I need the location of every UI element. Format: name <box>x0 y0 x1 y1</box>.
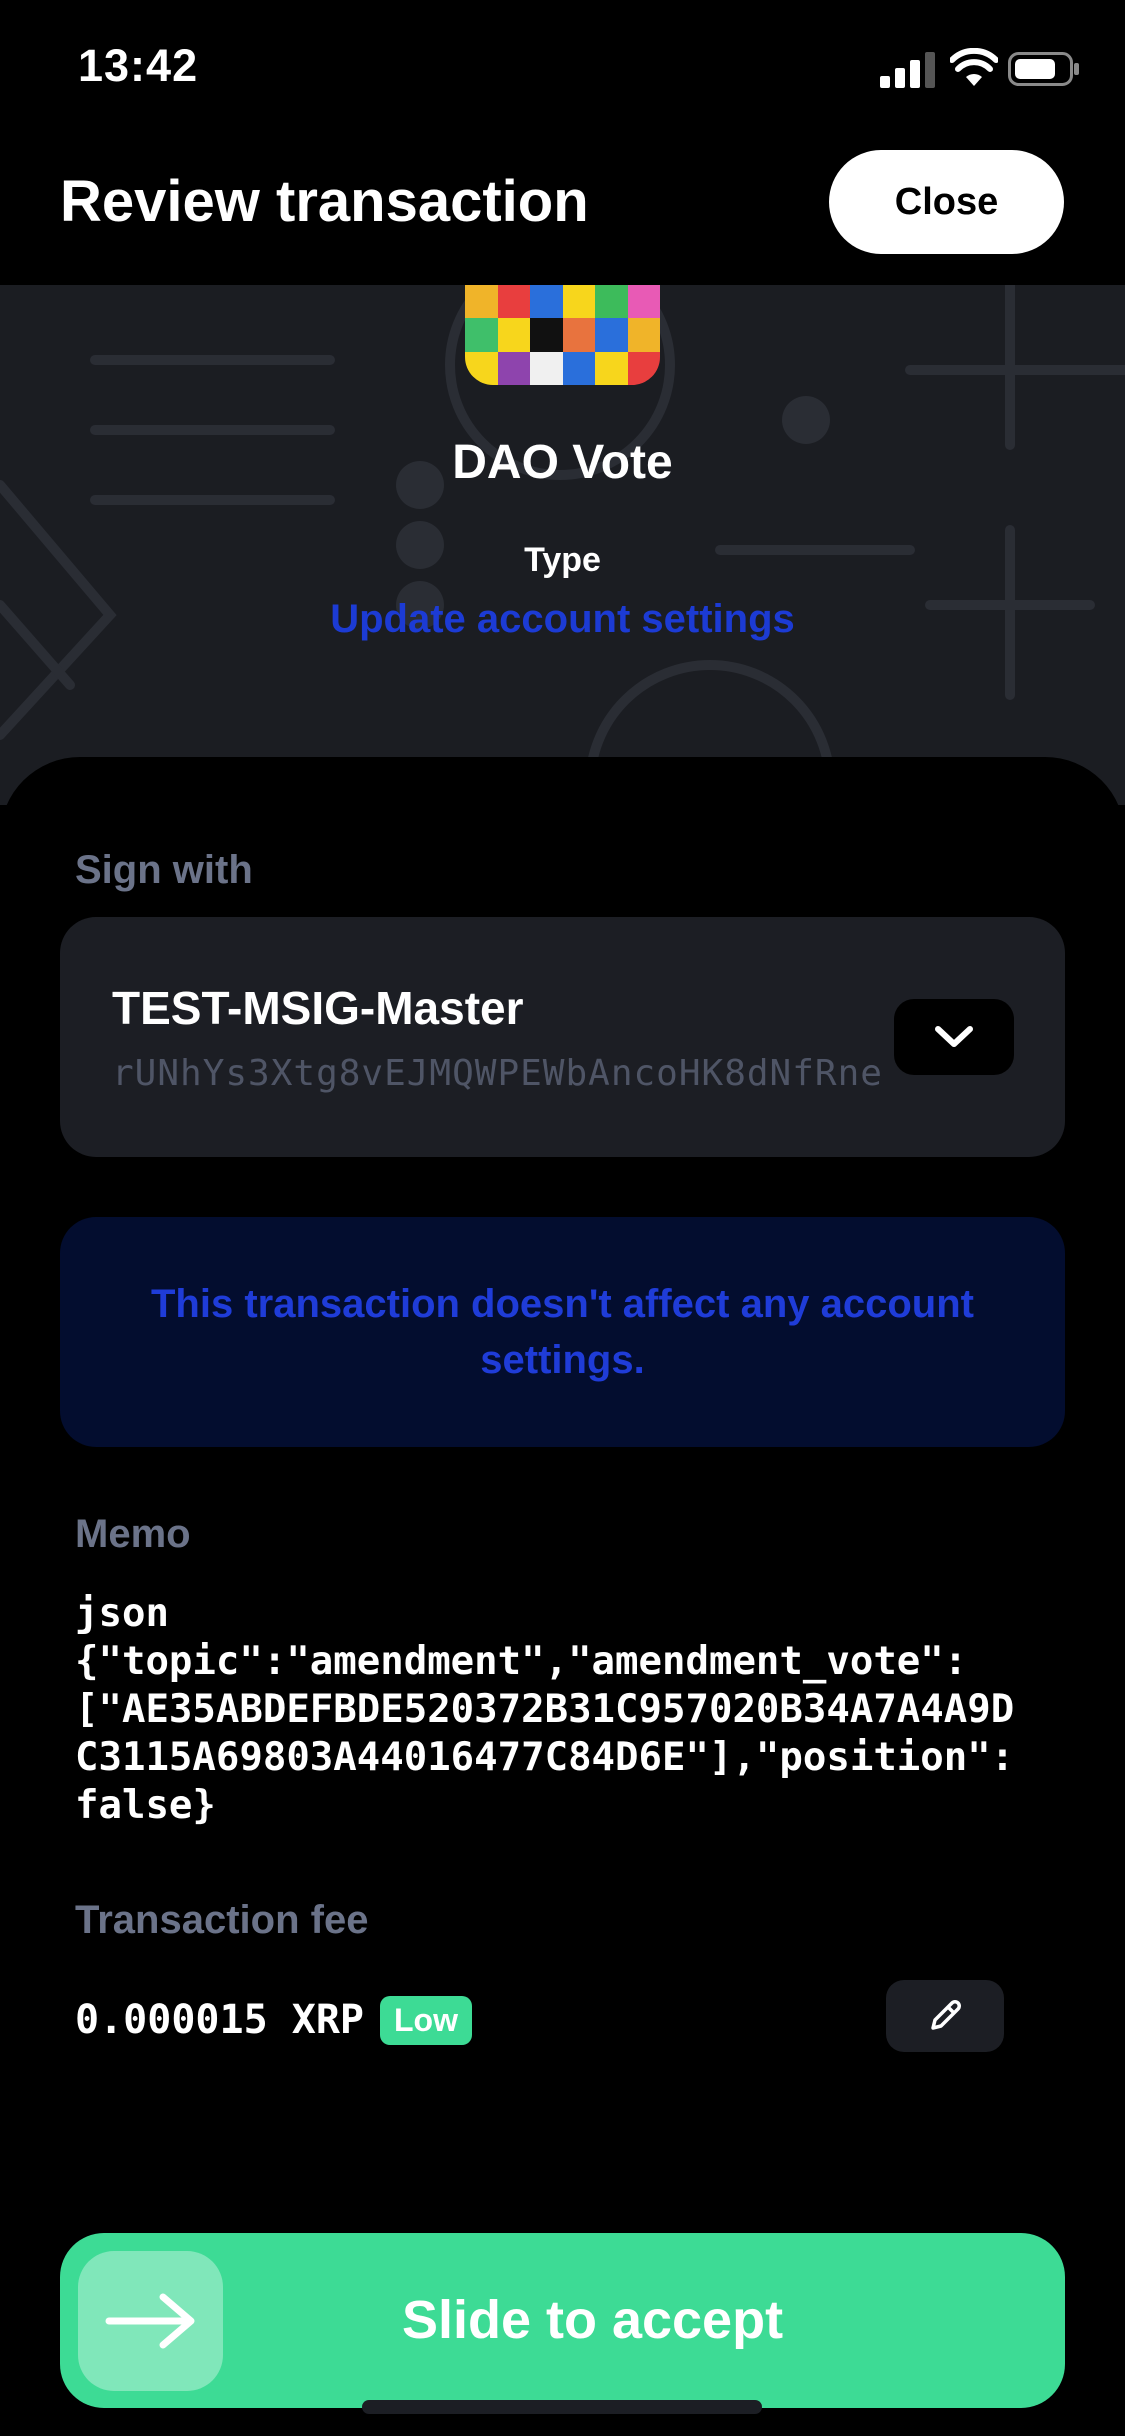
status-bar: 13:42 <box>0 0 1125 140</box>
signal-icon <box>880 52 935 88</box>
memo-line: C3115A69803A44016477C84D6E"],"position": <box>75 1735 1015 1780</box>
sign-with-label: Sign with <box>75 848 253 892</box>
memo-line: ["AE35ABDEFBDE520372B31C957020B34A7A4A9D <box>75 1687 1015 1732</box>
account-dropdown-button[interactable] <box>894 999 1014 1075</box>
battery-icon <box>1008 52 1079 86</box>
page-title: Review transaction <box>60 169 589 234</box>
type-value: Update account settings <box>330 597 795 641</box>
account-address: rUNhYs3Xtg8vEJMQWPEWbAncoHK8dNfRne <box>112 1053 883 1094</box>
close-button[interactable]: Close <box>829 150 1064 254</box>
app-name: DAO Vote <box>452 436 673 489</box>
memo-line: json <box>75 1591 169 1636</box>
fee-row: 0.000015 XRP Low <box>75 1990 472 2050</box>
account-selector[interactable]: TEST-MSIG-Master rUNhYs3Xtg8vEJMQWPEWbAn… <box>60 917 1065 1157</box>
wifi-icon <box>950 48 998 86</box>
type-label: Type <box>524 541 601 579</box>
fee-value: 0.000015 XRP <box>75 1997 364 2043</box>
info-banner: This transaction doesn't affect any acco… <box>60 1217 1065 1447</box>
header: Review transaction Close <box>0 140 1125 285</box>
arrow-right-icon <box>105 2293 194 2349</box>
edit-fee-button[interactable] <box>886 1980 1004 2052</box>
slide-to-accept[interactable]: Slide to accept <box>60 2233 1065 2408</box>
memo-line: {"topic":"amendment","amendment_vote": <box>75 1639 968 1684</box>
transaction-fee-label: Transaction fee <box>75 1898 369 1942</box>
account-name: TEST-MSIG-Master <box>112 982 524 1034</box>
status-time: 13:42 <box>78 40 199 91</box>
slide-handle[interactable] <box>78 2251 223 2391</box>
home-indicator <box>362 2400 762 2414</box>
info-message: This transaction doesn't affect any acco… <box>150 1282 974 1382</box>
memo-content: json {"topic":"amendment","amendment_vot… <box>75 1590 1065 1830</box>
memo-line: false} <box>75 1783 216 1828</box>
app-icon <box>465 285 660 385</box>
app-hero: DAO Vote Type Update account settings <box>0 285 1125 805</box>
fee-level-badge: Low <box>379 1995 472 2045</box>
chevron-down-icon <box>935 1026 973 1047</box>
memo-label: Memo <box>75 1512 191 1556</box>
pencil-icon <box>931 2000 961 2030</box>
